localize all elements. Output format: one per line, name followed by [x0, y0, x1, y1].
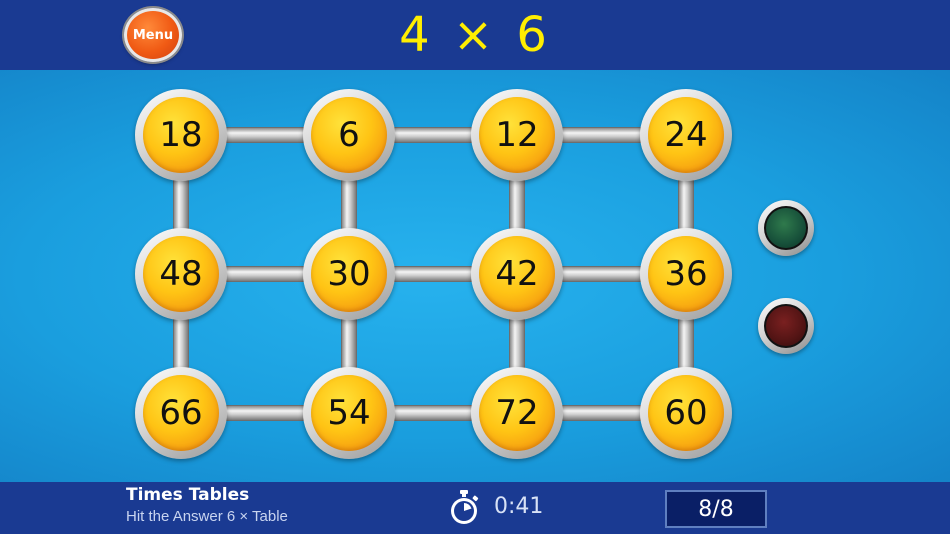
- connector-rod: [388, 405, 483, 421]
- connector-rod: [556, 405, 651, 421]
- score-display: 8/8: [665, 490, 767, 528]
- answer-ball[interactable]: 66: [135, 367, 227, 459]
- answer-ball[interactable]: 6: [303, 89, 395, 181]
- play-field: 18 6 12 24 48 30 42 36 66 54 72 60: [0, 70, 950, 482]
- connector-rod: [220, 266, 315, 282]
- answer-value: 60: [648, 375, 724, 451]
- answer-value: 42: [479, 236, 555, 312]
- answer-value: 18: [143, 97, 219, 173]
- answer-ball[interactable]: 42: [471, 228, 563, 320]
- game-subtitle: Hit the Answer 6 × Table: [126, 508, 288, 525]
- green-light-icon: [758, 200, 814, 256]
- connector-rod: [220, 405, 315, 421]
- answer-ball[interactable]: 30: [303, 228, 395, 320]
- timer-value: 0:41: [494, 494, 544, 519]
- connector-rod: [388, 266, 483, 282]
- game-title: Times Tables: [126, 485, 250, 505]
- answer-ball[interactable]: 18: [135, 89, 227, 181]
- answer-ball[interactable]: 54: [303, 367, 395, 459]
- connector-rod: [220, 127, 315, 143]
- connector-rod: [556, 266, 651, 282]
- answer-ball[interactable]: 12: [471, 89, 563, 181]
- menu-button[interactable]: Menu: [124, 8, 182, 62]
- answer-value: 24: [648, 97, 724, 173]
- top-bar: 4 × 6 Menu: [0, 0, 950, 70]
- answer-value: 72: [479, 375, 555, 451]
- answer-value: 66: [143, 375, 219, 451]
- answer-value: 36: [648, 236, 724, 312]
- answer-ball[interactable]: 60: [640, 367, 732, 459]
- connector-rod: [388, 127, 483, 143]
- answer-value: 12: [479, 97, 555, 173]
- answer-value: 54: [311, 375, 387, 451]
- answer-ball[interactable]: 36: [640, 228, 732, 320]
- red-light-icon: [758, 298, 814, 354]
- answer-ball[interactable]: 72: [471, 367, 563, 459]
- answer-value: 48: [143, 236, 219, 312]
- bottom-bar: Times Tables Hit the Answer 6 × Table 0:…: [0, 482, 950, 534]
- stopwatch-icon: [448, 490, 480, 526]
- answer-ball[interactable]: 48: [135, 228, 227, 320]
- answer-value: 30: [311, 236, 387, 312]
- answer-value: 6: [311, 97, 387, 173]
- answer-ball[interactable]: 24: [640, 89, 732, 181]
- connector-rod: [556, 127, 651, 143]
